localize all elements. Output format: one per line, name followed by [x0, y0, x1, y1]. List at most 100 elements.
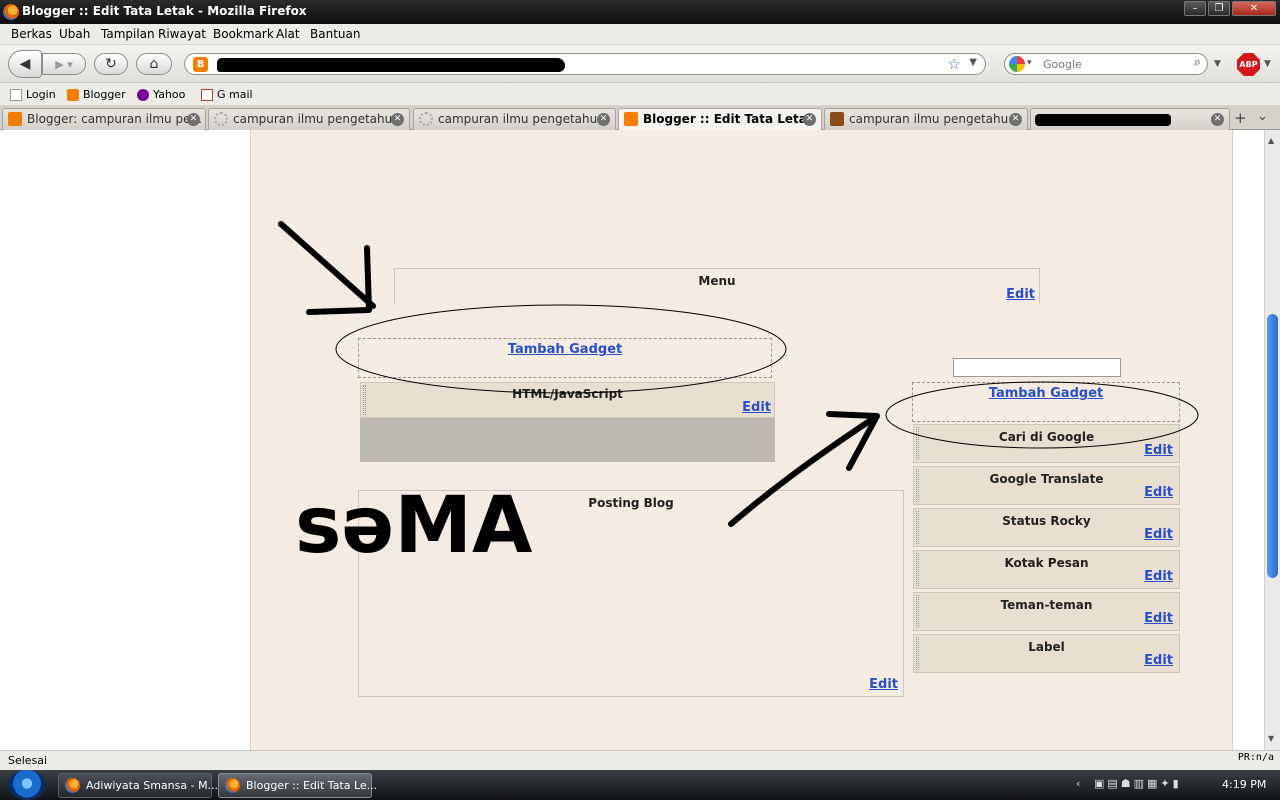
menu-alat[interactable]: Alat	[276, 27, 300, 41]
menu-riwayat[interactable]: Riwayat	[158, 27, 206, 41]
tray-expand-icon[interactable]: ‹	[1076, 777, 1080, 790]
adblock-dropdown-icon[interactable]: ▼	[1264, 59, 1271, 69]
html-widget-drop-zone	[360, 418, 775, 462]
sidebar-edit-link[interactable]: Edit	[1144, 485, 1173, 500]
sidebar-widget-title: Cari di Google	[998, 430, 1095, 444]
url-dropdown-icon[interactable]: ▼	[969, 57, 977, 68]
sidebar-widget-title: Label	[1028, 640, 1065, 654]
blogger-icon	[8, 112, 22, 126]
tab-edit-tata-letak[interactable]: Blogger :: Edit Tata Letak ✕	[618, 108, 822, 131]
gmail-icon	[201, 88, 213, 101]
posting-edit-link[interactable]: Edit	[869, 677, 898, 692]
window-title: Blogger :: Edit Tata Letak - Mozilla Fir…	[22, 4, 307, 18]
html-javascript-widget[interactable]: HTML/JavaScript Edit	[360, 382, 775, 418]
tab-list-icon[interactable]: ⌄	[1257, 109, 1268, 124]
windows-taskbar: Adiwiyata Smansa - M... Blogger :: Edit …	[0, 770, 1280, 800]
address-bar[interactable]: B ☆ ▼	[184, 53, 986, 75]
engine-dropdown-icon[interactable]: ▾	[1027, 58, 1032, 68]
sidebar-widget[interactable]: Status Rocky Edit	[913, 508, 1180, 547]
taskbar-item-blogger[interactable]: Blogger :: Edit Tata Le...	[218, 773, 377, 798]
tab-blogger-campuran[interactable]: Blogger: campuran ilmu pe... ✕	[2, 108, 206, 130]
bookmark-yahoo[interactable]: Yahoo	[137, 88, 185, 101]
bookmark-label: G mail	[217, 88, 253, 101]
bookmark-gmail[interactable]: G mail	[201, 88, 253, 101]
close-button[interactable]: ✕	[1232, 1, 1276, 16]
tab-close-icon[interactable]: ✕	[1211, 113, 1224, 126]
new-tab-icon[interactable]: +	[1234, 109, 1247, 127]
taskbar-item-label: Blogger :: Edit Tata Le...	[246, 779, 378, 792]
menu-bantuan[interactable]: Bantuan	[310, 27, 360, 41]
reload-button[interactable]: ↻	[94, 53, 128, 75]
yahoo-icon	[137, 88, 149, 101]
sidebar-edit-link[interactable]: Edit	[1144, 611, 1173, 626]
posting-blog-section: Posting Blog Edit	[358, 490, 904, 697]
google-engine-icon[interactable]	[1009, 56, 1025, 72]
tab-strip: Blogger: campuran ilmu pe... ✕ campuran …	[0, 106, 1280, 131]
tab-close-icon[interactable]: ✕	[187, 113, 200, 126]
sidebar-edit-link[interactable]: Edit	[1144, 653, 1173, 668]
taskbar-item-adiwiyata[interactable]: Adiwiyata Smansa - M...	[58, 773, 218, 798]
sidebar-widget[interactable]: Cari di Google Edit	[913, 424, 1180, 463]
clock[interactable]: 4:19 PM	[1222, 778, 1266, 791]
blogger-favicon-icon: B	[193, 57, 208, 72]
sidebar-edit-link[interactable]: Edit	[1144, 527, 1173, 542]
bookmark-label: Yahoo	[153, 88, 186, 101]
tab-close-icon[interactable]: ✕	[803, 113, 816, 126]
tab-campuran-3[interactable]: campuran ilmu pengetahu... ✕	[824, 108, 1028, 130]
tab-close-icon[interactable]: ✕	[597, 113, 610, 126]
vertical-scrollbar[interactable]: ▲ ▼	[1264, 130, 1280, 750]
scroll-up-icon[interactable]: ▲	[1268, 136, 1274, 145]
search-icon[interactable]: ⌕	[1194, 55, 1201, 70]
sidebar-edit-link[interactable]: Edit	[1144, 569, 1173, 584]
layout-editor-canvas: Menu Edit Tambah Gadget HTML/JavaScript …	[250, 130, 1233, 750]
sidebar-widget[interactable]: Label Edit	[913, 634, 1180, 673]
tab-label: campuran ilmu pengetahu...	[849, 112, 1020, 126]
firefox-icon	[65, 778, 80, 793]
forward-button[interactable]: ▶ ▾	[42, 53, 86, 75]
minimize-button[interactable]: –	[1184, 1, 1206, 16]
menu-berkas[interactable]: Berkas	[11, 27, 52, 41]
bookmark-star-icon[interactable]: ☆	[948, 55, 961, 73]
adblock-plus-icon[interactable]: ABP	[1237, 53, 1260, 76]
maximize-button[interactable]: ❐	[1208, 1, 1230, 16]
tab-campuran-1[interactable]: campuran ilmu pengetahu... ✕	[208, 108, 410, 130]
menu-edit-link[interactable]: Edit	[1006, 287, 1035, 302]
back-button[interactable]: ◀	[8, 50, 42, 78]
arrow-down-right-annotation	[278, 221, 376, 315]
add-gadget-sidebar-link[interactable]: Tambah Gadget	[913, 386, 1179, 401]
tray-icons[interactable]: ▣▤☗▥▦✦▮	[1094, 777, 1182, 790]
back-arrow-icon: ◀	[19, 56, 31, 72]
forward-arrow-icon: ▶ ▾	[55, 57, 73, 71]
scroll-down-icon[interactable]: ▼	[1268, 734, 1274, 743]
sidebar-edit-link[interactable]: Edit	[1144, 443, 1173, 458]
bookmarks-toolbar: Login Blogger Yahoo G mail	[0, 84, 1280, 106]
menu-ubah[interactable]: Ubah	[59, 27, 90, 41]
menu-bookmark[interactable]: Bookmark	[213, 27, 274, 41]
search-bar[interactable]: ▾ ⌕	[1004, 53, 1208, 75]
tab-close-icon[interactable]: ✕	[1009, 113, 1022, 126]
bookmark-label: Blogger	[83, 88, 126, 101]
html-edit-link[interactable]: Edit	[742, 400, 771, 415]
sidebar-widget[interactable]: Teman-teman Edit	[913, 592, 1180, 631]
title-bar: Blogger :: Edit Tata Letak - Mozilla Fir…	[0, 0, 1280, 24]
tab-close-icon[interactable]: ✕	[391, 113, 404, 126]
scrollbar-thumb[interactable]	[1267, 314, 1278, 578]
sidebar-widget[interactable]: Google Translate Edit	[913, 466, 1180, 505]
tab-campuran-2[interactable]: campuran ilmu pengetahu... ✕	[413, 108, 616, 130]
tab-redacted[interactable]: ✕	[1030, 108, 1230, 130]
start-button[interactable]	[8, 770, 46, 800]
search-menu-dropdown-icon[interactable]: ▼	[1214, 59, 1221, 69]
taskbar-item-label: Adiwiyata Smansa - M...	[86, 779, 219, 792]
sidebar-widget[interactable]: Kotak Pesan Edit	[913, 550, 1180, 589]
status-bar: Selesai PR:n/a	[0, 750, 1280, 770]
sidebar-blank-field[interactable]	[953, 358, 1121, 377]
home-button[interactable]: ⌂	[136, 53, 172, 75]
redacted-url	[217, 58, 565, 72]
menu-tampilan[interactable]: Tampilan	[101, 27, 155, 41]
reload-icon: ↻	[105, 56, 117, 72]
pagerank-indicator[interactable]: PR:n/a	[1238, 752, 1274, 763]
bookmark-blogger[interactable]: Blogger	[67, 88, 126, 101]
add-gadget-main-link[interactable]: Tambah Gadget	[359, 342, 771, 357]
bookmark-login[interactable]: Login	[10, 88, 56, 101]
search-input[interactable]	[1043, 56, 1181, 72]
